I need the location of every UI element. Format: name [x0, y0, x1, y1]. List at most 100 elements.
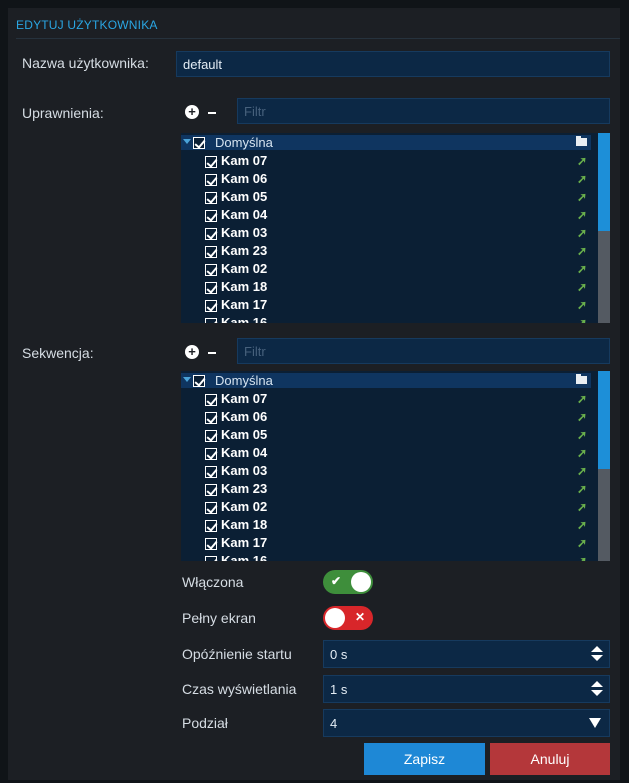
arrow-icon[interactable]: ➚	[577, 482, 587, 496]
arrow-icon[interactable]: ➚	[577, 190, 587, 204]
camera-checkbox[interactable]	[205, 538, 217, 550]
expand-icon[interactable]	[183, 377, 191, 382]
camera-label: Kam 07	[221, 391, 268, 406]
increment-icon[interactable]	[591, 646, 603, 652]
add-sequence-button[interactable]: +	[185, 345, 199, 359]
camera-checkbox[interactable]	[205, 430, 217, 442]
arrow-icon[interactable]: ➚	[577, 410, 587, 424]
camera-checkbox[interactable]	[205, 174, 217, 186]
sequence-root-node[interactable]: Domyślna	[181, 373, 591, 388]
camera-checkbox[interactable]	[205, 282, 217, 294]
permission-menu-caret-icon[interactable]	[208, 112, 216, 114]
camera-checkbox[interactable]	[205, 556, 217, 561]
camera-checkbox[interactable]	[205, 502, 217, 514]
arrow-icon[interactable]: ➚	[577, 518, 587, 532]
permissions-root-node[interactable]: Domyślna	[181, 135, 591, 150]
camera-checkbox[interactable]	[205, 210, 217, 222]
tree-item[interactable]: Kam 18 ➚	[181, 517, 591, 535]
arrow-icon[interactable]: ➚	[577, 262, 587, 276]
arrow-icon[interactable]: ➚	[577, 464, 587, 478]
camera-checkbox[interactable]	[205, 246, 217, 258]
cancel-button[interactable]: Anuluj	[490, 743, 610, 775]
permissions-filter-input[interactable]: Filtr	[237, 98, 610, 124]
display-time-input[interactable]: 1 s	[323, 675, 610, 703]
enabled-toggle[interactable]: ✔	[323, 570, 373, 594]
save-button[interactable]: Zapisz	[364, 743, 485, 775]
camera-checkbox[interactable]	[205, 156, 217, 168]
tree-item[interactable]: Kam 17 ➚	[181, 535, 591, 553]
tree-item[interactable]: Kam 03 ➚	[181, 463, 591, 481]
camera-checkbox[interactable]	[205, 264, 217, 276]
sequence-tree: Domyślna Kam 07 ➚ Kam 06 ➚ Kam 05 ➚ Kam 04 ➚ Kam…	[181, 371, 606, 561]
camera-label: Kam 18	[221, 517, 268, 532]
tree-item[interactable]: Kam 06 ➚	[181, 409, 591, 427]
add-permission-button[interactable]: +	[185, 105, 199, 119]
tree-item[interactable]: Kam 04 ➚	[181, 207, 591, 225]
arrow-icon[interactable]: ➚	[577, 208, 587, 222]
chevron-down-icon[interactable]	[589, 718, 601, 728]
camera-checkbox[interactable]	[205, 228, 217, 240]
start-delay-input[interactable]: 0 s	[323, 640, 610, 668]
increment-icon[interactable]	[591, 681, 603, 687]
fullscreen-label: Pełny ekran	[182, 610, 256, 626]
sequence-scroll-thumb[interactable]	[598, 371, 610, 469]
tree-item[interactable]: Kam 23 ➚	[181, 243, 591, 261]
username-field[interactable]: default	[176, 51, 610, 77]
permissions-root-checkbox[interactable]	[193, 137, 205, 149]
expand-icon[interactable]	[183, 139, 191, 144]
tree-item[interactable]: Kam 06 ➚	[181, 171, 591, 189]
sequence-scrollbar[interactable]	[598, 371, 610, 561]
tree-item[interactable]: Kam 16 ➚	[181, 315, 591, 323]
permissions-scrollbar[interactable]	[598, 133, 610, 323]
tree-item[interactable]: Kam 02 ➚	[181, 261, 591, 279]
arrow-icon[interactable]: ➚	[577, 536, 587, 550]
tree-item[interactable]: Kam 07 ➚	[181, 391, 591, 409]
sequence-filter-input[interactable]: Filtr	[237, 338, 610, 364]
tree-item[interactable]: Kam 03 ➚	[181, 225, 591, 243]
arrow-icon[interactable]: ➚	[577, 280, 587, 294]
camera-checkbox[interactable]	[205, 394, 217, 406]
camera-checkbox[interactable]	[205, 412, 217, 424]
tree-item[interactable]: Kam 16 ➚	[181, 553, 591, 561]
arrow-icon[interactable]: ➚	[577, 446, 587, 460]
split-select[interactable]: 4	[323, 709, 610, 737]
camera-checkbox[interactable]	[205, 466, 217, 478]
toggle-knob	[351, 572, 371, 592]
arrow-icon[interactable]: ➚	[577, 428, 587, 442]
decrement-icon[interactable]	[591, 655, 603, 661]
camera-label: Kam 05	[221, 189, 268, 204]
arrow-icon[interactable]: ➚	[577, 392, 587, 406]
tree-item[interactable]: Kam 18 ➚	[181, 279, 591, 297]
tree-item[interactable]: Kam 07 ➚	[181, 153, 591, 171]
camera-label: Kam 17	[221, 535, 268, 550]
camera-label: Kam 06	[221, 409, 268, 424]
arrow-icon[interactable]: ➚	[577, 298, 587, 312]
tree-item[interactable]: Kam 04 ➚	[181, 445, 591, 463]
arrow-icon[interactable]: ➚	[577, 154, 587, 168]
camera-checkbox[interactable]	[205, 192, 217, 204]
tree-item[interactable]: Kam 17 ➚	[181, 297, 591, 315]
camera-checkbox[interactable]	[205, 484, 217, 496]
arrow-icon[interactable]: ➚	[577, 316, 587, 323]
arrow-icon[interactable]: ➚	[577, 226, 587, 240]
display-time-spinner[interactable]	[591, 681, 603, 697]
sequence-menu-caret-icon[interactable]	[208, 352, 216, 354]
camera-checkbox[interactable]	[205, 318, 217, 323]
arrow-icon[interactable]: ➚	[577, 500, 587, 514]
camera-checkbox[interactable]	[205, 300, 217, 312]
camera-checkbox[interactable]	[205, 520, 217, 532]
arrow-icon[interactable]: ➚	[577, 554, 587, 561]
start-delay-spinner[interactable]	[591, 646, 603, 662]
sequence-root-checkbox[interactable]	[193, 375, 205, 387]
tree-item[interactable]: Kam 05 ➚	[181, 189, 591, 207]
decrement-icon[interactable]	[591, 690, 603, 696]
tree-item[interactable]: Kam 05 ➚	[181, 427, 591, 445]
permissions-scroll-thumb[interactable]	[598, 133, 610, 231]
arrow-icon[interactable]: ➚	[577, 244, 587, 258]
fullscreen-toggle[interactable]: ✕	[323, 606, 373, 630]
arrow-icon[interactable]: ➚	[577, 172, 587, 186]
permissions-tree: Domyślna Kam 07 ➚ Kam 06 ➚ Kam 05 ➚ Kam 04 ➚ Kam…	[181, 133, 606, 323]
camera-checkbox[interactable]	[205, 448, 217, 460]
tree-item[interactable]: Kam 02 ➚	[181, 499, 591, 517]
tree-item[interactable]: Kam 23 ➚	[181, 481, 591, 499]
